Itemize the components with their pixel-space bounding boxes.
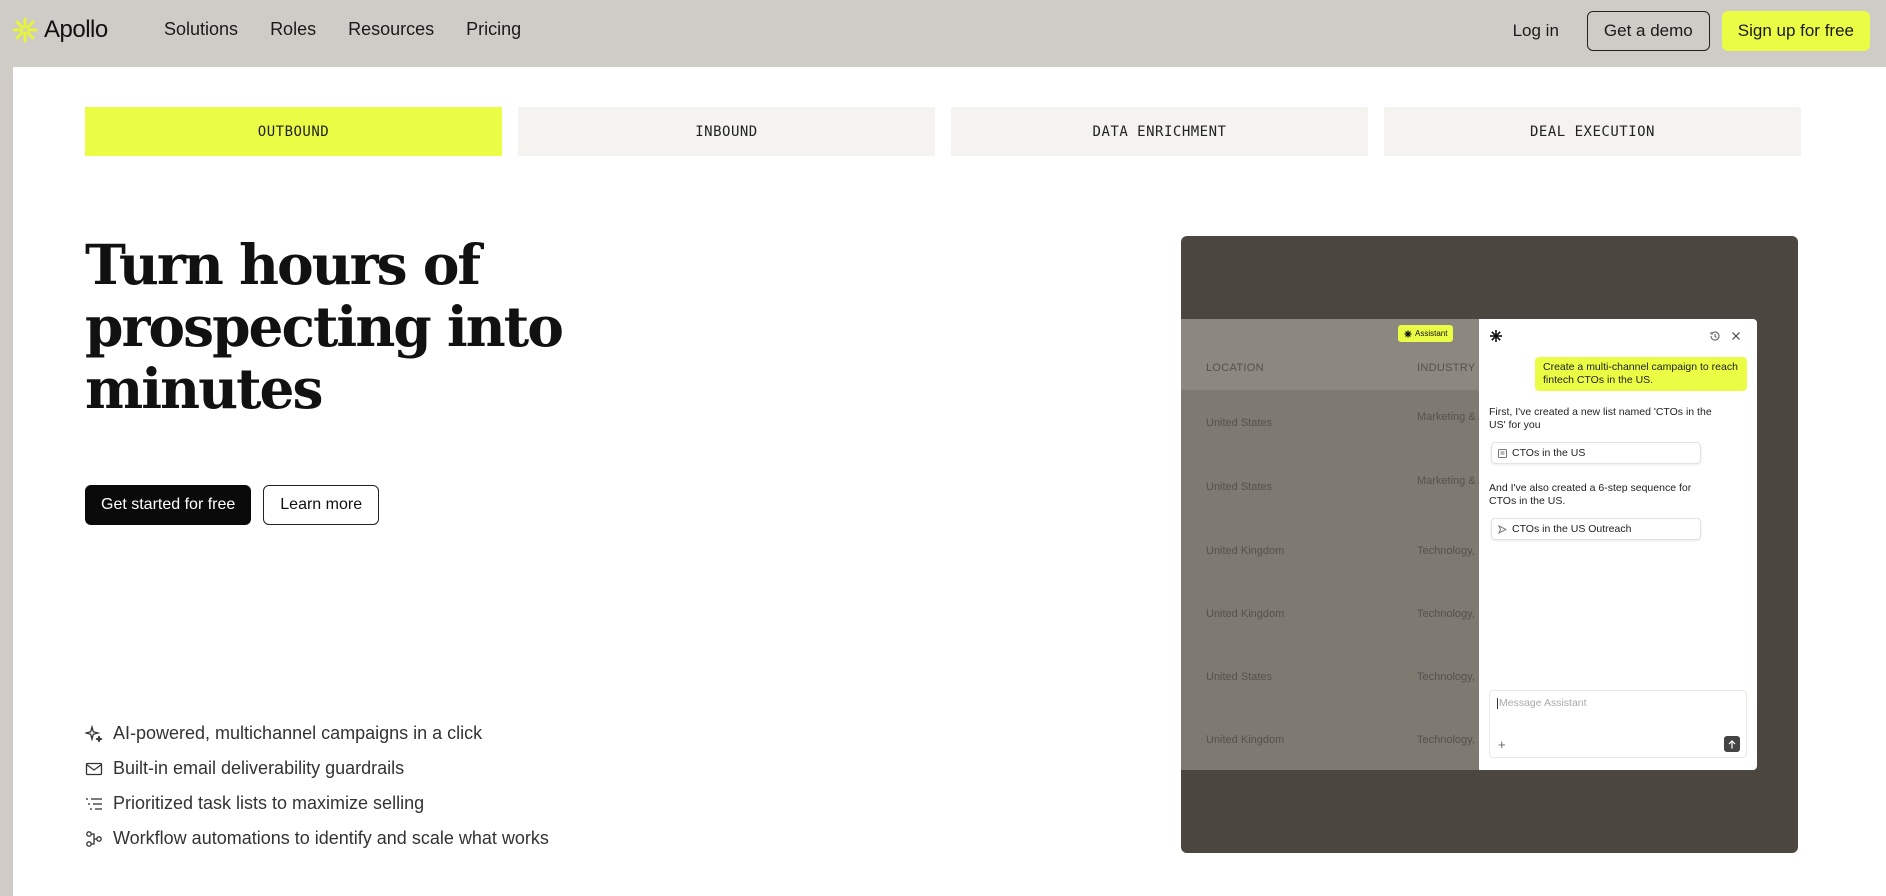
- learn-more-button[interactable]: Learn more: [263, 485, 380, 525]
- table-cell-location: United Kingdom: [1206, 608, 1285, 620]
- login-link[interactable]: Log in: [1497, 21, 1575, 41]
- sequence-card[interactable]: CTOs in the US Outreach: [1491, 518, 1701, 540]
- list-card-label: CTOs in the US: [1512, 447, 1586, 459]
- assistant-chat-panel: Create a multi-channel campaign to reach…: [1479, 319, 1757, 770]
- sparkle-icon: [85, 724, 103, 742]
- table-cell-industry: Technology,: [1417, 671, 1475, 683]
- send-button[interactable]: [1724, 736, 1740, 752]
- feature-text: AI-powered, multichannel campaigns in a …: [113, 723, 483, 743]
- table-cell-location: United States: [1206, 417, 1273, 429]
- add-attachment-button[interactable]: +: [1498, 737, 1506, 752]
- assistant-reply: First, I've created a new list named 'CT…: [1489, 406, 1712, 431]
- list-item: Prioritized task lists to maximize selli…: [85, 791, 549, 816]
- table-cell-industry: Marketing & Advertising: [1417, 411, 1479, 423]
- column-location: LOCATION: [1206, 362, 1264, 374]
- table-cell-location: United States: [1206, 481, 1273, 493]
- hero-cta-row: Get started for free Learn more: [85, 485, 380, 525]
- apollo-asterisk-icon: [1490, 330, 1502, 342]
- use-case-tabs: OUTBOUND INBOUND DATA ENRICHMENT DEAL EX…: [85, 107, 1801, 156]
- message-placeholder-text: Message Assistant: [1499, 697, 1587, 709]
- assistant-reply: And I've also created a 6-step sequence …: [1489, 482, 1692, 507]
- get-started-button[interactable]: Get started for free: [85, 485, 252, 525]
- table-cell-industry: Technology,: [1417, 545, 1475, 557]
- nav-solutions[interactable]: Solutions: [164, 19, 238, 40]
- table-cell-location: United Kingdom: [1206, 545, 1285, 557]
- table-header: LOCATION INDUSTRY Assistant: [1181, 319, 1479, 390]
- tab-deal-execution[interactable]: DEAL EXECUTION: [1384, 107, 1801, 156]
- assistant-pill[interactable]: Assistant: [1398, 325, 1454, 342]
- list-item: AI-powered, multichannel campaigns in a …: [85, 721, 549, 746]
- table-cell-industry: Technology,: [1417, 608, 1475, 620]
- arrow-up-icon: [1728, 739, 1736, 748]
- table-cell-industry: Technology,: [1417, 734, 1475, 746]
- sequence-card-label: CTOs in the US Outreach: [1512, 523, 1632, 535]
- tab-data-enrichment[interactable]: DATA ENRICHMENT: [951, 107, 1368, 156]
- column-industry: INDUSTRY: [1417, 362, 1476, 374]
- nav-links: Solutions Roles Resources Pricing: [164, 19, 521, 40]
- envelope-icon: [85, 762, 103, 775]
- workflow-icon: [86, 830, 102, 847]
- list-icon: [1498, 448, 1507, 458]
- message-placeholder: Message Assistant: [1497, 697, 1587, 709]
- nav-resources[interactable]: Resources: [348, 19, 434, 40]
- message-input[interactable]: Message Assistant +: [1489, 690, 1747, 758]
- contacts-table: LOCATION INDUSTRY Assistant United State…: [1181, 319, 1479, 770]
- product-demo-panel: LOCATION INDUSTRY Assistant United State…: [1181, 236, 1798, 853]
- history-icon[interactable]: [1709, 330, 1721, 342]
- list-item: Workflow automations to identify and sca…: [85, 826, 549, 851]
- hero-headline: Turn hours of prospecting into minutes: [85, 232, 564, 421]
- apollo-logo-icon: [12, 17, 38, 43]
- top-nav: Apollo Solutions Roles Resources Pricing…: [0, 0, 1886, 67]
- list-card[interactable]: CTOs in the US: [1491, 442, 1701, 464]
- nav-actions: Log in Get a demo Sign up for free: [1497, 11, 1870, 51]
- user-message-bubble: Create a multi-channel campaign to reach…: [1535, 357, 1747, 391]
- feature-list: AI-powered, multichannel campaigns in a …: [85, 721, 549, 851]
- close-icon[interactable]: [1731, 331, 1741, 341]
- table-cell-location: United Kingdom: [1206, 734, 1285, 746]
- chat-header: [1489, 327, 1747, 347]
- tab-inbound[interactable]: INBOUND: [518, 107, 935, 156]
- brand-name: Apollo: [44, 16, 108, 43]
- main-content: OUTBOUND INBOUND DATA ENRICHMENT DEAL EX…: [13, 67, 1886, 896]
- asterisk-icon: [1404, 330, 1412, 337]
- nav-pricing[interactable]: Pricing: [466, 19, 521, 40]
- text-cursor: [1497, 697, 1498, 709]
- feature-text: Built-in email deliverability guardrails: [113, 758, 405, 778]
- list-priority-icon: [86, 797, 102, 810]
- table-cell-location: United States: [1206, 671, 1273, 683]
- get-demo-button[interactable]: Get a demo: [1586, 11, 1710, 51]
- apollo-logo[interactable]: Apollo: [12, 16, 108, 44]
- assistant-pill-label: Assistant: [1415, 329, 1448, 338]
- signup-button[interactable]: Sign up for free: [1721, 11, 1870, 51]
- nav-roles[interactable]: Roles: [270, 19, 316, 40]
- feature-text: Workflow automations to identify and sca…: [113, 828, 549, 848]
- feature-text: Prioritized task lists to maximize selli…: [113, 793, 425, 813]
- table-cell-industry: Marketing & Advertising: [1417, 475, 1479, 487]
- list-item: Built-in email deliverability guardrails: [85, 756, 549, 781]
- tab-outbound[interactable]: OUTBOUND: [85, 107, 502, 156]
- send-icon: [1498, 524, 1507, 534]
